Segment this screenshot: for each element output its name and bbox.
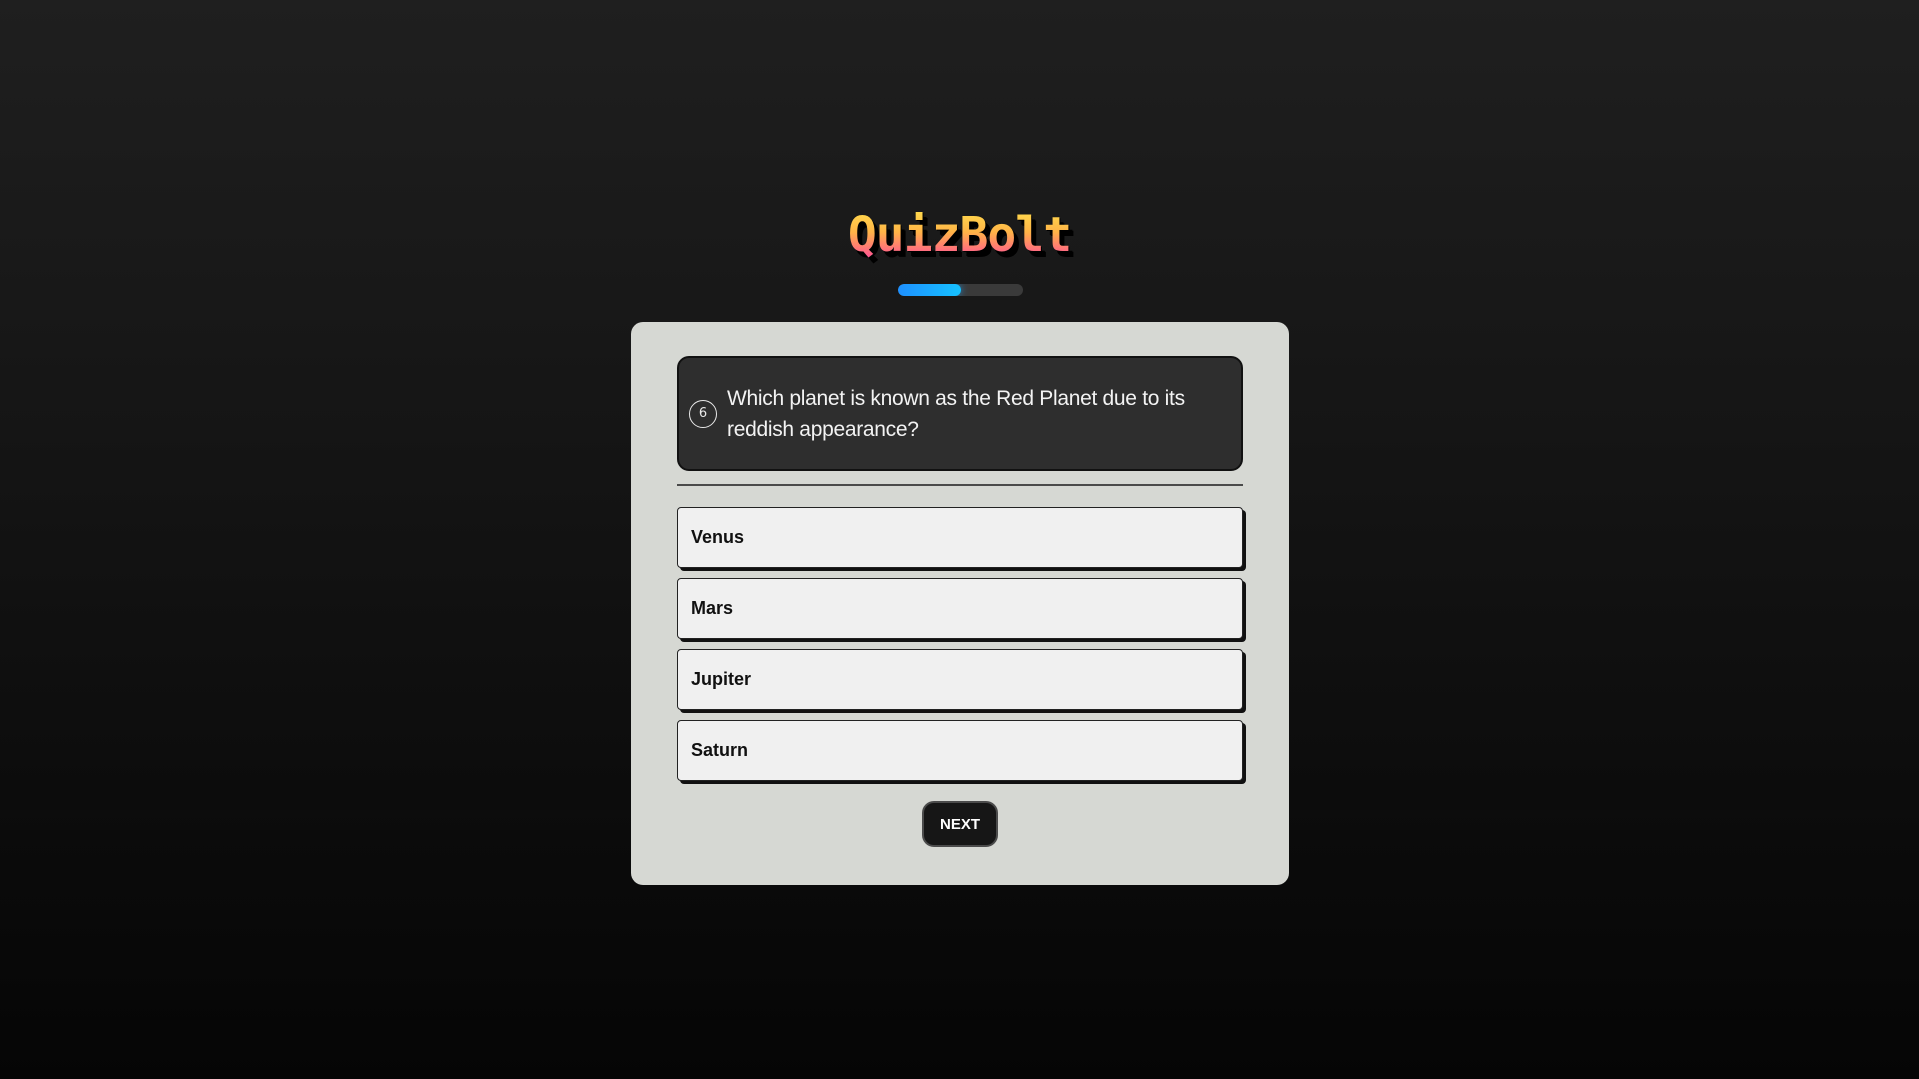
answer-list: Venus Mars Jupiter Saturn bbox=[677, 507, 1243, 781]
answer-option-venus[interactable]: Venus bbox=[677, 507, 1243, 568]
next-button-wrap: NEXT bbox=[677, 801, 1243, 847]
app-logo: QuizBolt bbox=[0, 205, 1919, 265]
divider bbox=[677, 484, 1243, 486]
next-button[interactable]: NEXT bbox=[922, 801, 998, 847]
app-logo-text: QuizBolt bbox=[847, 207, 1072, 263]
quiz-progress-bar bbox=[898, 284, 1023, 296]
answer-option-jupiter[interactable]: Jupiter bbox=[677, 649, 1243, 710]
question-number-badge: 6 bbox=[689, 399, 717, 428]
quiz-card: 6 Which planet is known as the Red Plane… bbox=[631, 322, 1289, 885]
question-text: Which planet is known as the Red Planet … bbox=[727, 386, 1185, 441]
answer-option-mars[interactable]: Mars bbox=[677, 578, 1243, 639]
question-box: 6 Which planet is known as the Red Plane… bbox=[677, 356, 1243, 471]
answer-option-saturn[interactable]: Saturn bbox=[677, 720, 1243, 781]
quiz-progress-fill bbox=[898, 284, 961, 296]
